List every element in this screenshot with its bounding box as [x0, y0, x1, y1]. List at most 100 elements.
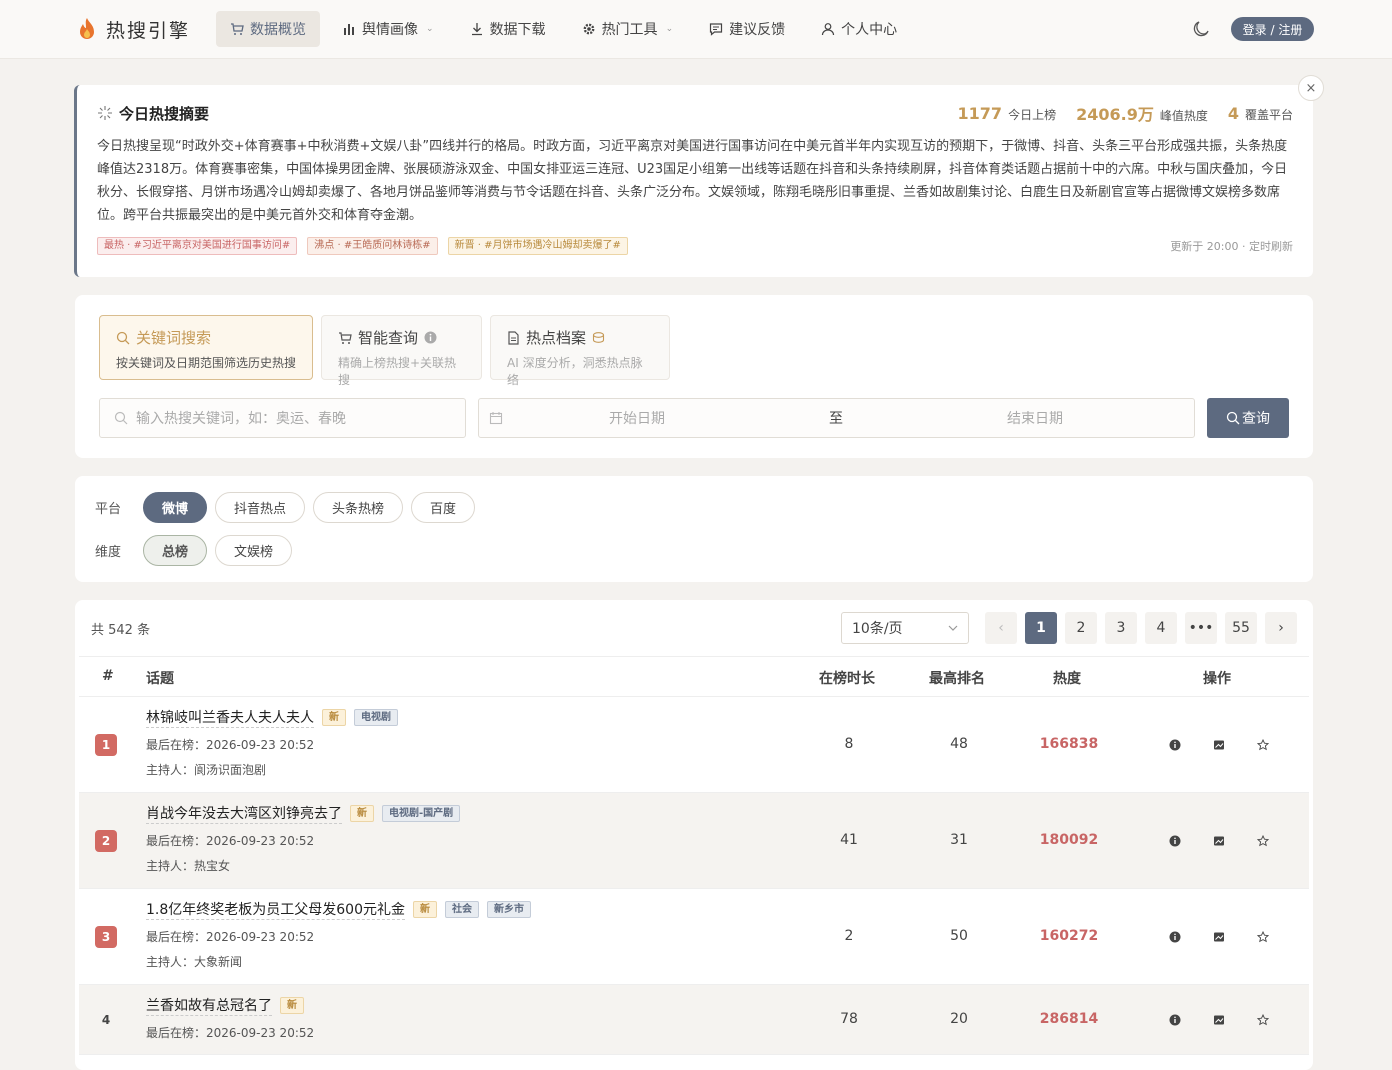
tag-boiling[interactable]: 沸点 · #王皓质问林诗栋#: [307, 237, 438, 255]
star-icon[interactable]: [1257, 931, 1269, 943]
rank-badge: 3: [95, 926, 117, 948]
info-icon[interactable]: [1169, 1014, 1181, 1026]
topic-title[interactable]: 1.8亿年终奖老板为员工父母发600元礼金: [146, 899, 405, 920]
page-55[interactable]: 55: [1225, 612, 1257, 644]
pagination: ‹ 1 2 3 4 ••• 55 ›: [985, 612, 1297, 644]
table-row[interactable]: 2 肖战今年没去大湾区刘铮亮去了 新 电视剧-国产剧 最后在榜：2026-09-…: [79, 793, 1309, 889]
nav-item-overview[interactable]: 数据概览: [216, 11, 321, 47]
mode-smart-query[interactable]: 智能查询 精确上榜热搜+关联热搜: [321, 315, 482, 387]
rank-badge: 1: [95, 734, 117, 756]
coin-icon: [592, 332, 605, 343]
best-rank: 48: [950, 736, 968, 752]
col-heat: 热度: [1053, 671, 1081, 687]
date-separator: 至: [829, 411, 843, 427]
login-button[interactable]: 登录 / 注册: [1231, 17, 1314, 41]
daily-summary-panel: 今日热搜摘要 1177 今日上榜 2406.9万 峰值热度 4 覆盖平台 今日热搜呈现…: [74, 85, 1313, 277]
page-4[interactable]: 4: [1145, 612, 1177, 644]
nav-item-feedback[interactable]: 建议反馈: [695, 11, 799, 47]
platform-weibo[interactable]: 微博: [143, 492, 208, 523]
chart-icon[interactable]: [1213, 739, 1225, 751]
platform-douyin[interactable]: 抖音热点: [215, 492, 306, 523]
dimension-label: 维度: [95, 545, 122, 560]
table-row[interactable]: 1 林锦岐叫兰香夫人夫人夫人 新 电视剧 最后在榜：2026-09-23 20:…: [79, 697, 1309, 793]
sparkle-icon: [98, 106, 112, 120]
heat-value: 166838: [1039, 736, 1099, 752]
prev-page-button[interactable]: ‹: [985, 612, 1017, 644]
star-icon[interactable]: [1257, 835, 1269, 847]
document-icon: [508, 330, 519, 345]
stat-today-listed: 1177 今日上榜: [957, 103, 1057, 123]
keyword-input[interactable]: 输入热搜关键词，如：奥运、春晚: [99, 398, 466, 438]
summary-text: 今日热搜呈现“时政外交+体育赛事+中秋消费+文娱八卦”四线并行的格局。时政方面，…: [97, 139, 1288, 223]
dimension-entertainment[interactable]: 文娱榜: [215, 535, 293, 566]
col-ops: 操作: [1203, 671, 1231, 687]
chevron-down-icon: [948, 625, 958, 631]
mode-keyword-search[interactable]: 关键词搜索 按关键词及日期范围筛选历史热搜: [99, 315, 313, 380]
platform-baidu[interactable]: 百度: [411, 492, 476, 523]
rank-badge: 2: [95, 830, 117, 852]
host: 主持人：阆汤识面泡剧: [146, 763, 267, 777]
end-date-input[interactable]: 结束日期: [1007, 408, 1063, 428]
logo-text: 热搜引擎: [106, 19, 191, 42]
host: 主持人：热宝女: [146, 859, 231, 873]
nav-item-sentiment[interactable]: 舆情画像 ⌄: [328, 11, 448, 47]
chart-icon[interactable]: [1213, 835, 1225, 847]
best-rank: 20: [950, 1011, 968, 1027]
last-listed: 最后在榜：2026-09-23 20:52: [146, 930, 315, 944]
nav-item-tools[interactable]: 热门工具 ⌄: [568, 11, 688, 47]
info-icon: [424, 331, 437, 344]
query-button[interactable]: 查询: [1207, 398, 1289, 438]
info-icon[interactable]: [1169, 835, 1181, 847]
col-index: #: [102, 668, 114, 684]
bar-chart-icon: [344, 24, 355, 35]
calendar-icon: [489, 412, 503, 425]
start-date-input[interactable]: 开始日期: [609, 408, 665, 428]
nav-item-profile[interactable]: 个人中心: [807, 11, 911, 47]
col-topic: 话题: [146, 671, 174, 687]
page-1[interactable]: 1: [1025, 612, 1057, 644]
page-ellipsis[interactable]: •••: [1185, 612, 1217, 644]
new-badge: 新: [413, 901, 437, 918]
host: 主持人：大象新闻: [146, 955, 243, 969]
mode-hot-archive[interactable]: 热点档案 AI 深度分析，洞悉热点脉络: [490, 315, 670, 387]
last-listed: 最后在榜：2026-09-23 20:52: [146, 738, 315, 752]
duration: 2: [844, 928, 854, 944]
star-icon[interactable]: [1257, 739, 1269, 751]
topic-title[interactable]: 肖战今年没去大湾区刘铮亮去了: [146, 803, 342, 824]
search-card: 关键词搜索 按关键词及日期范围筛选历史热搜 智能查询 精确上榜热搜+关联热搜 热…: [75, 295, 1313, 458]
topic-title[interactable]: 兰香如故有总冠名了: [146, 995, 272, 1016]
moon-icon[interactable]: [1192, 20, 1210, 38]
nav-item-download[interactable]: 数据下载: [456, 11, 560, 47]
chart-icon[interactable]: [1213, 931, 1225, 943]
download-icon: [471, 23, 482, 36]
update-time: 更新于 20:00 · 定时刷新: [1170, 240, 1293, 253]
summary-title: 今日热搜摘要: [119, 104, 210, 123]
cart-icon: [231, 23, 244, 35]
info-icon[interactable]: [1169, 739, 1181, 751]
tag-new[interactable]: 新晋 · #月饼市场遇冷山姆却卖爆了#: [447, 237, 628, 255]
duration: 8: [844, 736, 854, 752]
table-row[interactable]: 4 兰香如故有总冠名了 新 最后在榜：2026-09-23 20:52 78 2…: [79, 985, 1309, 1055]
page-size-select[interactable]: 10条/页: [841, 612, 969, 644]
info-icon[interactable]: [1169, 931, 1181, 943]
page-2[interactable]: 2: [1065, 612, 1097, 644]
table-row[interactable]: 3 1.8亿年终奖老板为员工父母发600元礼金 新 社会 新乡市 最后在榜：20…: [79, 889, 1309, 985]
tag-hottest[interactable]: 最热 · #习近平离京对美国进行国事访问#: [97, 237, 298, 255]
star-icon[interactable]: [1257, 1014, 1269, 1026]
next-page-button[interactable]: ›: [1265, 612, 1297, 644]
date-range-picker[interactable]: 开始日期 至 结束日期: [478, 398, 1195, 438]
chart-icon[interactable]: [1213, 1014, 1225, 1026]
total-count: 共 542 条: [91, 623, 151, 638]
best-rank: 31: [950, 832, 968, 848]
platform-toutiao[interactable]: 头条热榜: [313, 492, 404, 523]
close-icon[interactable]: ×: [1298, 75, 1324, 101]
page-3[interactable]: 3: [1105, 612, 1137, 644]
topic-title[interactable]: 林锦岐叫兰香夫人夫人夫人: [146, 707, 314, 728]
col-best-rank: 最高排名: [929, 671, 985, 687]
category-badge: 社会: [445, 901, 479, 918]
user-icon: [822, 23, 835, 36]
flame-icon: [80, 18, 94, 39]
stat-peak-heat: 2406.9万 峰值热度: [1076, 105, 1208, 124]
dimension-overall[interactable]: 总榜: [143, 535, 208, 566]
logo[interactable]: 热搜引擎: [76, 16, 190, 43]
